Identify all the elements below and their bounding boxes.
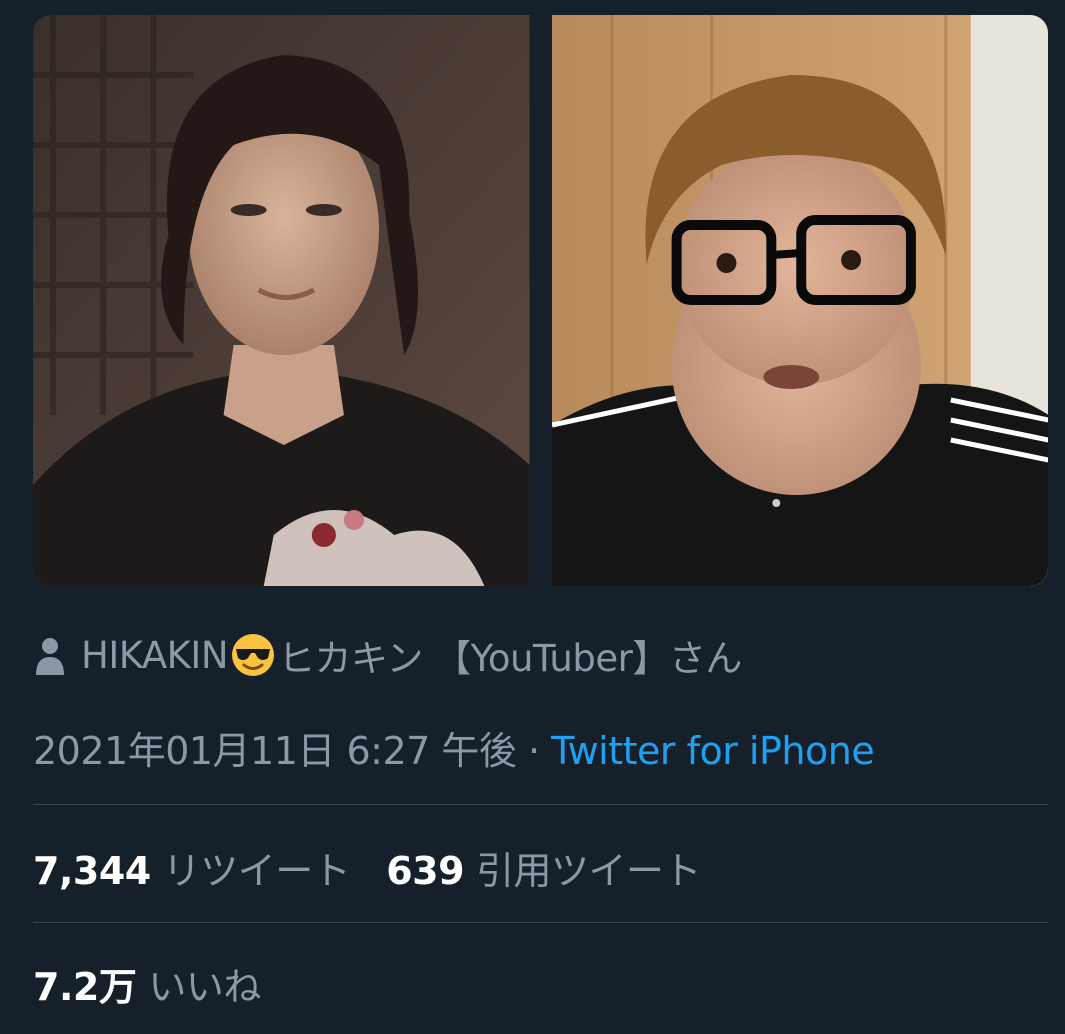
likes-count: 7.2万 — [33, 965, 137, 1009]
quote-tweet-stat[interactable]: 639 引用ツイート — [386, 840, 701, 895]
likes-stat[interactable]: 7.2万 いいね — [33, 956, 261, 1011]
engagement-stats: 7,344 リツイート 639 引用ツイート — [33, 840, 702, 895]
divider — [33, 804, 1048, 805]
tweet-photo-left[interactable] — [33, 15, 530, 586]
photo-attribution[interactable]: HIKAKIN ヒカキン 【YouTuber】さん — [33, 628, 742, 682]
tweet-detail: HIKAKIN ヒカキン 【YouTuber】さん 2021年01月11日 6:… — [0, 0, 1065, 1034]
quote-tweet-label: 引用ツイート — [476, 849, 702, 893]
tweet-timestamp[interactable]: 2021年01月11日 6:27 午後 — [33, 729, 517, 773]
divider — [33, 922, 1048, 923]
tweet-source-link[interactable]: Twitter for iPhone — [551, 729, 875, 773]
tweet-meta: 2021年01月11日 6:27 午後 · Twitter for iPhone — [33, 720, 875, 775]
tweet-media — [33, 15, 1048, 586]
meta-separator: · — [516, 729, 552, 773]
retweet-stat[interactable]: 7,344 リツイート — [33, 840, 351, 895]
photo-right-image — [551, 15, 1048, 586]
attribution-name-part1: HIKAKIN — [81, 633, 229, 677]
quote-tweet-count: 639 — [386, 849, 465, 893]
likes-label: いいね — [148, 965, 261, 1009]
likes-stats: 7.2万 いいね — [33, 956, 261, 1011]
sunglasses-emoji-icon — [232, 634, 275, 676]
retweet-count: 7,344 — [33, 849, 151, 893]
person-icon — [36, 638, 64, 675]
retweet-label: リツイート — [162, 849, 351, 893]
attribution-name-part2: ヒカキン 【YouTuber】さん — [278, 637, 742, 680]
tweet-photo-right[interactable] — [551, 15, 1048, 586]
photo-left-image — [33, 15, 530, 586]
